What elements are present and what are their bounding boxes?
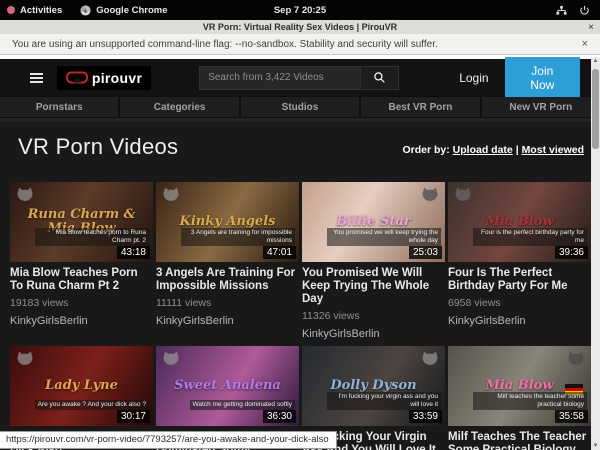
video-duration-badge: 36:30	[263, 410, 296, 423]
video-duration-badge: 35:58	[555, 410, 588, 423]
search-icon	[373, 71, 386, 84]
video-studio-link[interactable]: KinkyGirlsBerlin	[156, 315, 299, 327]
thumbnail-caption: You promised we will keep trying the who…	[327, 228, 441, 246]
video-title[interactable]: Milf Teaches The Teacher Some Practical …	[448, 431, 591, 450]
nav-item-studios[interactable]: Studios	[241, 97, 359, 117]
nav-item-categories[interactable]: Categories	[120, 97, 238, 117]
video-title[interactable]: 3 Angels Are Training For Impossible Mis…	[156, 267, 299, 293]
site-header: pirouvr Login Join Now	[0, 59, 600, 96]
network-icon[interactable]	[556, 5, 567, 16]
thumbnail-caption: Watch me getting dominated softly	[190, 400, 295, 410]
system-clock[interactable]: Sep 7 20:25	[0, 5, 600, 16]
vr-goggles-icon	[66, 71, 88, 84]
video-studio-link[interactable]: KinkyGirlsBerlin	[448, 315, 591, 327]
video-duration-badge: 43:18	[117, 246, 150, 259]
video-card[interactable]: Billie Star You promised we will keep tr…	[302, 182, 445, 340]
video-views: 6958 views	[448, 297, 591, 309]
video-views: 19183 views	[10, 297, 153, 309]
video-views: 11111 views	[156, 297, 299, 309]
video-duration-badge: 47:01	[263, 246, 296, 259]
link-status-url: https://pirouvr.com/vr-porn-video/779325…	[0, 431, 337, 449]
video-thumbnail[interactable]: Runa Charm & Mia Blow Mia Blow teaches p…	[10, 182, 153, 262]
browser-scrollbar[interactable]: ▲ ▼	[591, 57, 600, 450]
power-icon[interactable]	[579, 5, 590, 16]
video-thumbnail[interactable]: Billie Star You promised we will keep tr…	[302, 182, 445, 262]
warning-close-icon[interactable]: ×	[582, 38, 588, 50]
login-link[interactable]: Login	[459, 71, 488, 85]
video-studio-link[interactable]: KinkyGirlsBerlin	[302, 328, 445, 340]
nav-item-best-vr-porn[interactable]: Best VR Porn	[361, 97, 479, 117]
video-card[interactable]: Runa Charm & Mia Blow Mia Blow teaches p…	[10, 182, 153, 340]
thumbnail-caption: I'm fucking your virgin ass and you will…	[327, 392, 441, 410]
thumbnail-caption: 3 Angels are training for impossible mis…	[181, 228, 295, 246]
warning-message: You are using an unsupported command-lin…	[12, 39, 438, 50]
scrollbar-thumb[interactable]	[592, 69, 599, 149]
join-now-button[interactable]: Join Now	[505, 57, 580, 99]
menu-hamburger-icon[interactable]	[30, 73, 43, 83]
order-separator: |	[516, 144, 519, 156]
order-upload-date-link[interactable]: Upload date	[453, 144, 513, 156]
main-nav: Pornstars Categories Studios Best VR Por…	[0, 96, 600, 118]
nav-item-pornstars[interactable]: Pornstars	[0, 97, 118, 117]
search-input[interactable]	[199, 66, 361, 90]
video-duration-badge: 30:17	[117, 410, 150, 423]
video-thumbnail[interactable]: Kinky Angels 3 Angels are training for i…	[156, 182, 299, 262]
video-card[interactable]: Kinky Angels 3 Angels are training for i…	[156, 182, 299, 340]
logo-text: pirouvr	[92, 70, 142, 86]
video-studio-link[interactable]: KinkyGirlsBerlin	[10, 315, 153, 327]
order-by-controls: Order by: Upload date | Most viewed	[402, 144, 584, 160]
order-by-label: Order by:	[402, 144, 449, 156]
video-thumbnail[interactable]: Mia Blow Four is the perfect birthday pa…	[448, 182, 591, 262]
order-most-viewed-link[interactable]: Most viewed	[522, 144, 584, 156]
site-logo[interactable]: pirouvr	[57, 66, 151, 90]
scrollbar-up-arrow-icon[interactable]: ▲	[591, 58, 600, 64]
video-views: 11326 views	[302, 310, 445, 322]
system-top-bar: Activities Google Chrome Sep 7 20:25	[0, 0, 600, 20]
video-title[interactable]: Four Is The Perfect Birthday Party For M…	[448, 267, 591, 293]
thumbnail-caption: Mia Blow teaches porn to Runa Charm pt. …	[35, 228, 149, 246]
page-head: VR Porn Videos Order by: Upload date | M…	[0, 122, 600, 160]
video-title[interactable]: You Promised We Will Keep Trying The Who…	[302, 267, 445, 306]
video-card[interactable]: Mia Blow Milf teaches the teacher some p…	[448, 346, 591, 450]
thumbnail-caption: Are you awake ? And your dick also ?	[35, 400, 149, 410]
video-thumbnail[interactable]: Lady Lyne Are you awake ? And your dick …	[10, 346, 153, 426]
video-card[interactable]: Mia Blow Four is the perfect birthday pa…	[448, 182, 591, 340]
scrollbar-down-arrow-icon[interactable]: ▼	[591, 443, 600, 449]
browser-title-bar: VR Porn: Virtual Reality Sex Videos | Pi…	[0, 20, 600, 34]
desktop-screen: Activities Google Chrome Sep 7 20:25 VR …	[0, 0, 600, 450]
thumbnail-caption: Milf teaches the teacher some practical …	[473, 392, 587, 410]
video-thumbnail[interactable]: Mia Blow Milf teaches the teacher some p…	[448, 346, 591, 426]
video-duration-badge: 25:03	[409, 246, 442, 259]
nav-item-new-vr-porn[interactable]: New VR Porn	[482, 97, 600, 117]
video-title[interactable]: Mia Blow Teaches Porn To Runa Charm Pt 2	[10, 267, 153, 293]
video-thumbnail[interactable]: Sweet Analena Watch me getting dominated…	[156, 346, 299, 426]
tab-title: VR Porn: Virtual Reality Sex Videos | Pi…	[203, 22, 397, 32]
search-button[interactable]	[361, 66, 399, 90]
video-duration-badge: 33:59	[409, 410, 442, 423]
video-thumbnail[interactable]: Dolly Dyson I'm fucking your virgin ass …	[302, 346, 445, 426]
chrome-warning-bar: You are using an unsupported command-lin…	[0, 34, 600, 55]
tab-close-icon[interactable]: ×	[588, 22, 594, 33]
video-grid: Runa Charm & Mia Blow Mia Blow teaches p…	[10, 182, 591, 450]
page-title: VR Porn Videos	[18, 134, 178, 160]
video-duration-badge: 39:36	[555, 246, 588, 259]
thumbnail-caption: Four is the perfect birthday party for m…	[473, 228, 587, 246]
